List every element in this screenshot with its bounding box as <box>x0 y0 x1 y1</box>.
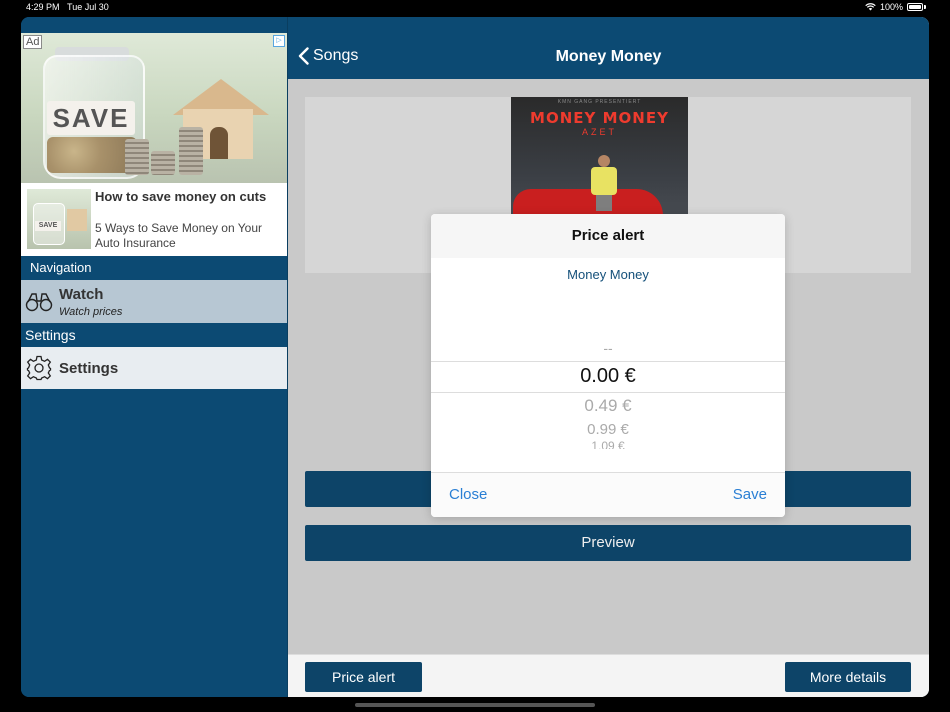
status-right: 100% <box>865 2 926 12</box>
settings-header: Settings <box>21 323 287 347</box>
sidebar-item-watch[interactable]: Watch Watch prices <box>21 280 287 323</box>
dialog-footer: Close Save <box>431 472 785 517</box>
bottom-toolbar: Price alert More details <box>288 654 929 697</box>
coin-stack <box>125 139 149 175</box>
sidebar: Ad ▷ SAVE SAVE How to save money on cuts… <box>21 17 288 697</box>
dialog-title: Price alert <box>431 214 785 258</box>
ad-headline[interactable]: How to save money on cuts <box>95 189 285 205</box>
picker-selection-bottom <box>431 392 785 393</box>
page-title: Money Money <box>555 48 662 65</box>
battery-nub <box>924 5 926 9</box>
status-bar: 4:29 PM Tue Jul 30 100% <box>0 0 950 16</box>
gear-icon <box>24 353 54 383</box>
main-content: Songs Money Money KMN GANG PRESENTIERT M… <box>288 17 929 697</box>
battery-icon <box>907 3 923 11</box>
picker-option[interactable]: 0.99 € <box>431 421 785 438</box>
picker-option[interactable]: 1.09 € <box>431 439 785 449</box>
sidebar-item-settings[interactable]: Settings <box>21 347 287 389</box>
person-graphic <box>591 155 617 211</box>
picker-selected-value[interactable]: 0.00 € <box>431 365 785 388</box>
preview-button[interactable]: Preview <box>305 525 911 561</box>
ad-body: 5 Ways to Save Money on Your Auto Insura… <box>95 221 262 250</box>
close-button[interactable]: Close <box>449 486 487 503</box>
navigation-header: Navigation <box>21 256 287 280</box>
coin-stack <box>179 127 203 175</box>
ad-choices-icon[interactable]: ▷ <box>273 35 285 47</box>
more-details-button[interactable]: More details <box>785 662 911 692</box>
status-time: 4:29 PM Tue Jul 30 <box>26 2 109 12</box>
app-frame: Ad ▷ SAVE SAVE How to save money on cuts… <box>21 17 929 697</box>
battery-percent: 100% <box>879 2 903 12</box>
sidebar-item-label: Watch <box>59 285 104 303</box>
ad-thumbnail: SAVE <box>27 189 91 249</box>
dialog-item-name: Money Money <box>567 267 649 282</box>
save-button[interactable]: Save <box>733 486 767 503</box>
home-indicator[interactable] <box>355 703 595 707</box>
ad-badge: Ad <box>23 35 43 49</box>
ad-text-block[interactable]: SAVE How to save money on cuts 5 Ways to… <box>21 183 287 256</box>
navigation-bar: Songs Money Money <box>288 17 929 79</box>
price-alert-dialog: Price alert Money Money -- 0.00 € 0.49 €… <box>431 214 785 517</box>
price-picker[interactable]: -- 0.00 € 0.49 € 0.99 € 1.09 € <box>431 334 785 456</box>
picker-option[interactable]: -- <box>431 340 785 356</box>
sidebar-item-label: Settings <box>59 359 119 377</box>
picker-selection-top <box>431 361 785 362</box>
cover-title: MONEY MONEY <box>530 109 669 127</box>
picker-option[interactable]: 0.49 € <box>431 396 785 416</box>
cover-artist: AZET <box>581 127 617 137</box>
coins-graphic <box>47 137 137 173</box>
wifi-icon <box>865 3 876 11</box>
coin-stack <box>151 151 175 175</box>
cover-label: KMN GANG PRESENTIERT <box>557 99 642 105</box>
price-alert-button[interactable]: Price alert <box>305 662 422 692</box>
binoculars-icon <box>24 287 54 317</box>
ad-banner-image[interactable]: Ad ▷ SAVE <box>21 33 287 183</box>
jar-label: SAVE <box>47 101 135 135</box>
sidebar-item-sublabel: Watch prices <box>59 305 123 318</box>
